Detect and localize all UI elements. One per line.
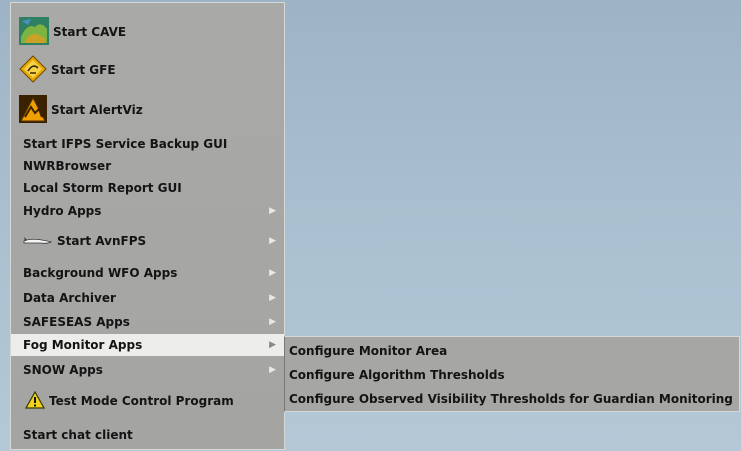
menu-item-label: Background WFO Apps <box>23 266 178 280</box>
menu-item-label: Hydro Apps <box>23 204 102 218</box>
submenu-item-configure-monitor-area[interactable]: Configure Monitor Area <box>285 339 739 363</box>
menu-item-start-avnfps[interactable]: Start AvnFPS ▶ <box>11 223 284 259</box>
menu-item-label: Start chat client <box>23 428 133 442</box>
menu-item-label: Start AlertViz <box>51 103 143 117</box>
menu-item-label: Start AvnFPS <box>57 234 147 248</box>
cave-icon <box>19 16 49 48</box>
launcher-menu: Start CAVE Start GFE Start AlertViz Star… <box>10 2 285 450</box>
menu-item-label: Start IFPS Service Backup GUI <box>23 137 228 151</box>
menu-item-start-cave[interactable]: Start CAVE <box>11 13 284 51</box>
menu-item-start-alertviz[interactable]: Start AlertViz <box>11 89 284 131</box>
submenu-item-label: Configure Observed Visibility Thresholds… <box>289 392 733 406</box>
avnfps-icon <box>23 233 53 250</box>
menu-item-start-gfe[interactable]: Start GFE <box>11 51 284 89</box>
submenu-arrow-icon: ▶ <box>269 293 276 303</box>
menu-item-nwrbrowser[interactable]: NWRBrowser <box>11 155 284 177</box>
menu-item-label: Start CAVE <box>53 25 127 39</box>
menu-item-start-chat-client[interactable]: Start chat client <box>11 423 284 447</box>
warning-icon <box>24 390 46 412</box>
submenu-item-configure-visibility-thresholds[interactable]: Configure Observed Visibility Thresholds… <box>285 387 739 411</box>
menu-item-data-archiver[interactable]: Data Archiver ▶ <box>11 286 284 310</box>
submenu-arrow-icon: ▶ <box>269 206 276 216</box>
menu-item-hydro-apps[interactable]: Hydro Apps ▶ <box>11 199 284 223</box>
alertviz-icon <box>19 94 47 126</box>
menu-item-fog-monitor-apps[interactable]: Fog Monitor Apps ▶ <box>11 334 284 356</box>
submenu-arrow-icon: ▶ <box>269 317 276 327</box>
submenu-arrow-icon: ▶ <box>269 340 276 350</box>
menu-item-label: SNOW Apps <box>23 363 103 377</box>
menu-item-local-storm-report[interactable]: Local Storm Report GUI <box>11 177 284 199</box>
menu-item-label: Fog Monitor Apps <box>23 338 143 352</box>
menu-item-snow-apps[interactable]: SNOW Apps ▶ <box>11 358 284 382</box>
menu-item-label: NWRBrowser <box>23 159 112 173</box>
submenu-item-label: Configure Monitor Area <box>289 344 448 358</box>
fog-monitor-submenu: Configure Monitor Area Configure Algorit… <box>284 336 740 412</box>
menu-item-label: Start GFE <box>51 63 116 77</box>
menu-item-label: SAFESEAS Apps <box>23 315 130 329</box>
menu-item-label: Local Storm Report GUI <box>23 181 182 195</box>
menu-item-label: Test Mode Control Program <box>49 394 234 408</box>
menu-item-label: Data Archiver <box>23 291 116 305</box>
submenu-arrow-icon: ▶ <box>269 268 276 278</box>
menu-item-safeseas-apps[interactable]: SAFESEAS Apps ▶ <box>11 310 284 334</box>
menu-item-ifps-backup[interactable]: Start IFPS Service Backup GUI <box>11 133 284 155</box>
submenu-item-configure-algorithm-thresholds[interactable]: Configure Algorithm Thresholds <box>285 363 739 387</box>
menu-item-background-wfo-apps[interactable]: Background WFO Apps ▶ <box>11 261 284 285</box>
submenu-item-label: Configure Algorithm Thresholds <box>289 368 505 382</box>
menu-item-test-mode-control[interactable]: Test Mode Control Program <box>11 384 284 418</box>
submenu-arrow-icon: ▶ <box>269 236 276 246</box>
submenu-arrow-icon: ▶ <box>269 365 276 375</box>
gfe-icon <box>19 54 47 86</box>
